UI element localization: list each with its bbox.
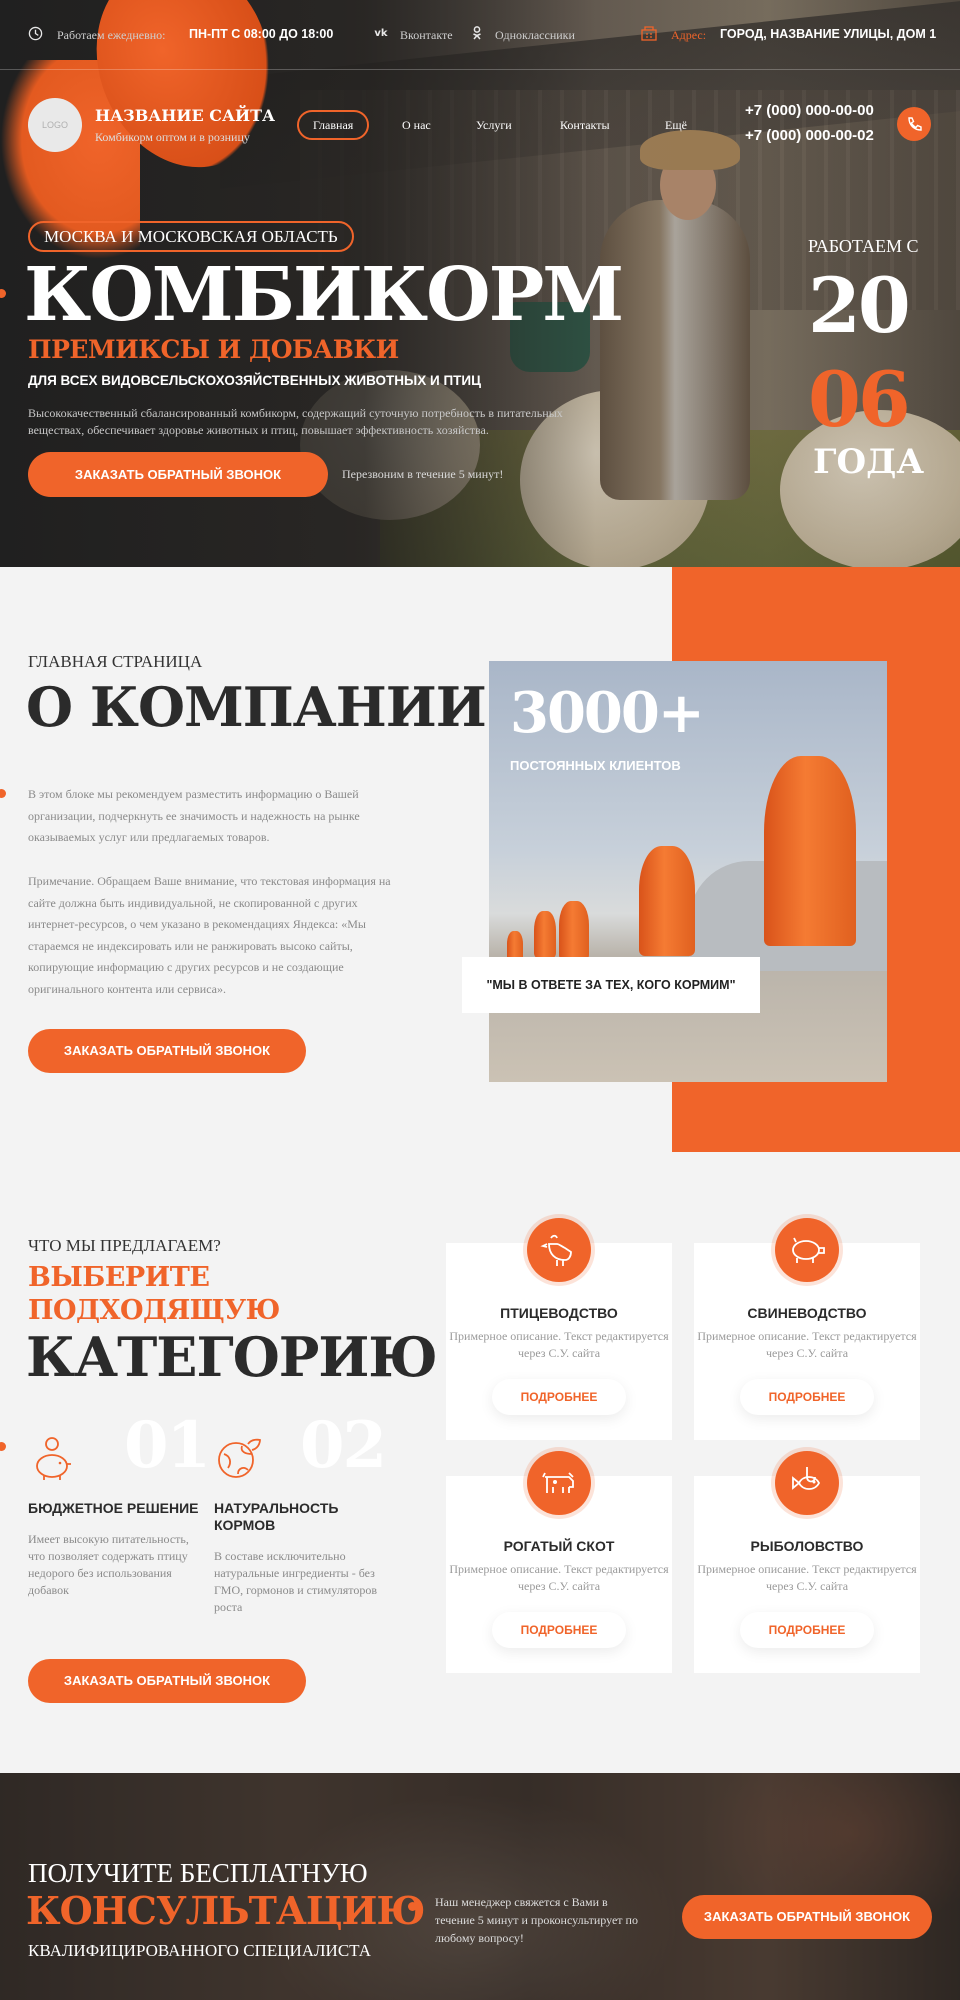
building-icon [641, 26, 657, 42]
nav-item-about[interactable]: О нас [402, 110, 431, 140]
consult-line1: ПОЛУЧИТЕ БЕСПЛАТНУЮ [28, 1858, 368, 1888]
hero-subtitle-2: ДЛЯ ВСЕХ ВИДОВСЕЛЬСКОХОЗЯЙСТВЕННЫХ ЖИВОТ… [28, 373, 481, 388]
card-text: Примерное описание. Текст редактируется … [449, 1562, 669, 1593]
card-more-button[interactable]: ПОДРОБНЕЕ [492, 1379, 626, 1415]
card-title: ПТИЦЕВОДСТВО [500, 1305, 618, 1321]
silo [559, 901, 589, 961]
address-value: ГОРОД, НАЗВАНИЕ УЛИЦЫ, ДОМ 1 [720, 27, 937, 41]
about-kicker: ГЛАВНАЯ СТРАНИЦА [28, 652, 203, 671]
phone-1[interactable]: +7 (000) 000-00-00 [745, 102, 874, 119]
phone-2[interactable]: +7 (000) 000-00-02 [745, 127, 874, 144]
card-more-button[interactable]: ПОДРОБНЕЕ [740, 1379, 874, 1415]
about-paragraph-1: В этом блоке мы рекомендуем разместить и… [28, 787, 360, 844]
pig-icon [775, 1218, 839, 1282]
nav-item-more[interactable]: Ещё [665, 110, 687, 140]
offer-title-line3: КАТЕГОРИЮ [26, 1325, 438, 1389]
clock-icon [27, 26, 43, 42]
feature-text: Имеет высокую питательность, что позволя… [28, 1532, 189, 1597]
card-title: РЫБОЛОВСТВО [750, 1538, 864, 1554]
cow-icon [527, 1451, 591, 1515]
ok-icon[interactable] [469, 26, 485, 42]
hero-title: КОМБИКОРМ [24, 252, 624, 338]
about-callback-button[interactable]: ЗАКАЗАТЬ ОБРАТНЫЙ ЗВОНОК [28, 1029, 306, 1073]
ok-link[interactable]: Одноклассники [495, 28, 575, 43]
stat-value: 3000+ [510, 680, 705, 746]
hours-value: ПН-ПТ С 08:00 ДО 18:00 [189, 27, 334, 41]
silo [639, 846, 695, 956]
card-text: Примерное описание. Текст редактируется … [697, 1329, 917, 1360]
nav-item-contacts[interactable]: Контакты [560, 110, 610, 140]
card-text: Примерное описание. Текст редактируется … [449, 1329, 669, 1360]
feature-number: 01 [124, 1408, 211, 1483]
accent-dot [408, 1902, 417, 1911]
consult-line3: КВАЛИФИЦИРОВАННОГО СПЕЦИАЛИСТА [28, 1941, 371, 1960]
address-label: Адрес: [671, 28, 707, 42]
feature-title: НАТУРАЛЬНОСТЬ КОРМОВ [214, 1500, 339, 1533]
since-year-bottom: 06 [808, 355, 911, 444]
about-paragraph-2: Примечание. Обращаем Ваше внимание, что … [28, 874, 391, 996]
feature-text: В составе исключительно натуральные ингр… [214, 1549, 377, 1614]
card-more-button[interactable]: ПОДРОБНЕЕ [492, 1612, 626, 1648]
card-title: СВИНЕВОДСТВО [747, 1305, 867, 1321]
piggy-bank-icon [30, 1434, 74, 1482]
logo[interactable]: LOGO [28, 98, 82, 152]
about-title: О КОМПАНИИ [26, 675, 487, 739]
eco-globe-icon [214, 1434, 261, 1482]
silo [534, 911, 556, 959]
region-badge: МОСКВА И МОСКОВСКАЯ ОБЛАСТЬ [28, 221, 354, 252]
callback-note: Перезвоним в течение 5 минут! [342, 467, 504, 481]
nav-item-services[interactable]: Услуги [476, 110, 512, 140]
feature-title: БЮДЖЕТНОЕ РЕШЕНИЕ [28, 1500, 199, 1516]
hero-description: Высококачественный сбалансированный комб… [28, 406, 563, 437]
stat-label: ПОСТОЯННЫХ КЛИЕНТОВ [510, 758, 681, 773]
offer-kicker: ЧТО МЫ ПРЕДЛАГАЕМ? [28, 1236, 221, 1255]
company-quote: "МЫ В ОТВЕТЕ ЗА ТЕХ, КОГО КОРМИМ" [462, 957, 760, 1013]
consult-callback-button[interactable]: ЗАКАЗАТЬ ОБРАТНЫЙ ЗВОНОК [682, 1895, 932, 1939]
card-title: РОГАТЫЙ СКОТ [503, 1538, 615, 1554]
offer-title-line2: ПОДХОДЯЩУЮ [28, 1295, 280, 1326]
site-tagline: Комбикорм оптом и в розницу [95, 130, 250, 144]
consult-line2: КОНСУЛЬТАЦИЮ [26, 1888, 425, 1933]
offer-callback-button[interactable]: ЗАКАЗАТЬ ОБРАТНЫЙ ЗВОНОК [28, 1659, 306, 1703]
card-more-button[interactable]: ПОДРОБНЕЕ [740, 1612, 874, 1648]
hours-label: Работаем ежедневно: [57, 28, 166, 42]
accent-dot [0, 789, 6, 798]
silo [764, 756, 856, 946]
since-year-top: 20 [808, 261, 911, 350]
phone-call-button[interactable] [897, 107, 931, 141]
since-label: РАБОТАЕМ С [808, 236, 919, 256]
callback-button[interactable]: ЗАКАЗАТЬ ОБРАТНЫЙ ЗВОНОК [28, 452, 328, 497]
hero-subtitle: ПРЕМИКСЫ И ДОБАВКИ [28, 335, 399, 364]
consult-text: Наш менеджер свяжется с Вами в течение 5… [435, 1895, 638, 1945]
rooster-icon [527, 1218, 591, 1282]
card-text: Примерное описание. Текст редактируется … [697, 1562, 917, 1593]
site-name[interactable]: НАЗВАНИЕ САЙТА [95, 106, 275, 125]
accent-dot [0, 1442, 6, 1451]
since-suffix: ГОДА [813, 442, 925, 482]
vk-link[interactable]: Вконтакте [400, 28, 453, 43]
phone-icon [908, 117, 922, 131]
offer-title-line1: ВЫБЕРИТЕ [28, 1262, 210, 1293]
fish-hook-icon [775, 1451, 839, 1515]
nav-item-home[interactable]: Главная [297, 110, 370, 140]
vk-icon[interactable]: vk [373, 26, 389, 42]
feature-number: 02 [300, 1408, 387, 1483]
